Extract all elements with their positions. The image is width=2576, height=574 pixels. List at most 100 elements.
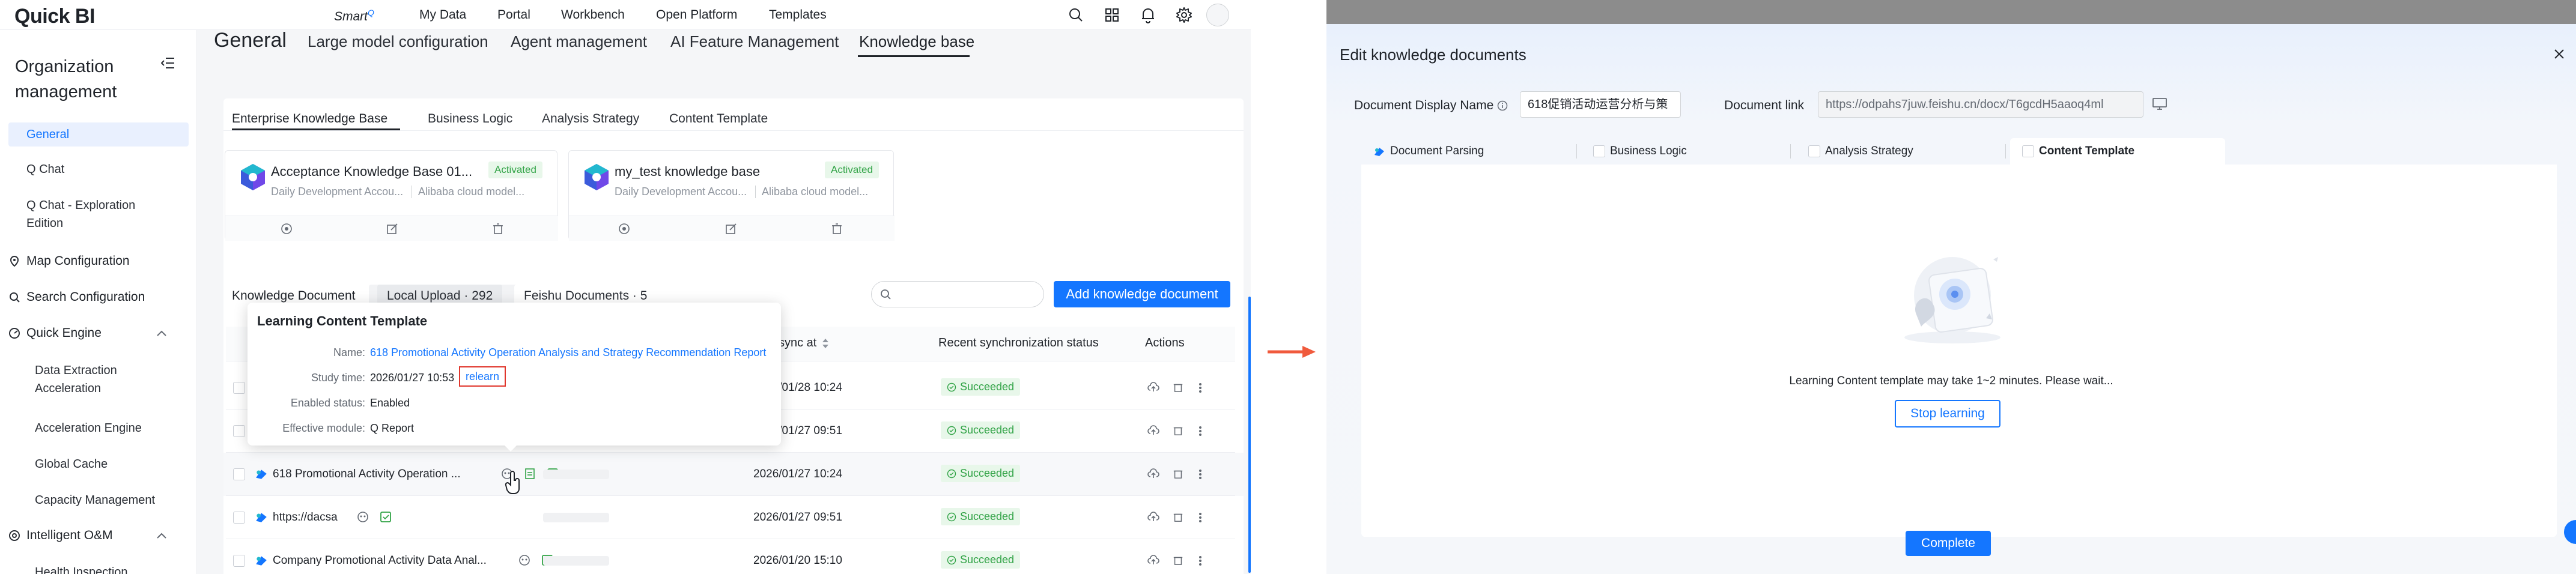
sidebar-item-capacity[interactable]: Capacity Management [35,491,191,509]
subtab-analysis-strategy[interactable]: Analysis Strategy [542,112,639,126]
learning-bot-icon[interactable] [356,510,369,524]
active-subtab-underline [232,128,400,130]
sync-cloud-icon[interactable] [1147,468,1159,479]
row-checkbox[interactable] [233,555,245,567]
content-template-checkbox[interactable] [2022,145,2034,157]
sidebar-item-intelligent-om[interactable]: Intelligent O&M [8,528,189,543]
sync-cloud-icon[interactable] [1147,425,1159,436]
nav-templates[interactable]: Templates [769,8,827,22]
gear-icon[interactable] [1176,7,1192,23]
delete-icon[interactable] [1173,555,1183,566]
sidebar-item-health-inspection[interactable]: Health Inspection [35,563,191,574]
subtab-business-logic[interactable]: Business Logic [428,112,512,126]
business-logic-checkbox[interactable] [1593,145,1605,157]
floating-assistant-button[interactable] [2564,520,2576,544]
close-icon[interactable] [2553,48,2565,60]
kb-card[interactable]: my_test knowledge base Activated Daily D… [568,150,895,241]
nav-workbench[interactable]: Workbench [561,8,625,22]
view-icon[interactable] [618,223,630,235]
more-icon[interactable] [1198,512,1203,524]
learning-bot-icon[interactable] [518,554,531,567]
apps-grid-icon[interactable] [1104,7,1120,23]
sidebar-item-q-chat[interactable]: Q Chat [26,160,183,178]
more-icon[interactable] [1198,425,1203,437]
edit-icon[interactable] [386,223,398,235]
status-badge: Activated [825,162,879,178]
nav-open-platform[interactable]: Open Platform [656,8,737,22]
relearn-link[interactable]: relearn [459,366,506,387]
om-icon [8,530,20,542]
row-checkbox[interactable] [233,468,245,480]
nav-smart-q[interactable]: SmartQ [334,8,374,24]
delete-icon[interactable] [1173,425,1183,436]
sidebar-item-data-extraction[interactable]: Data Extraction Acceleration [35,361,173,397]
tab-document-parsing[interactable]: Document Parsing [1361,138,1576,165]
stop-learning-button[interactable]: Stop learning [1895,400,2000,427]
sidebar-item-search-configuration[interactable]: Search Configuration [8,290,189,304]
sidebar-item-quick-engine[interactable]: Quick Engine [8,326,189,340]
search-input[interactable] [871,281,1044,307]
sync-cloud-icon[interactable] [1147,512,1159,522]
tab-analysis-strategy-label: Analysis Strategy [1825,145,1913,157]
tab-knowledge-base[interactable]: Knowledge base [859,32,974,51]
document-link-input[interactable]: https://odpahs7juw.feishu.cn/docx/T6gcdH… [1818,91,2143,118]
add-knowledge-document-button[interactable]: Add knowledge document [1054,281,1230,307]
sort-icon[interactable] [821,337,830,349]
sidebar-item-global-cache[interactable]: Global Cache [35,455,191,473]
logo: Quick BI [14,5,95,28]
status-text: Succeeded [960,424,1015,436]
delete-icon[interactable] [1173,468,1183,479]
nav-smart-sup: Q [368,8,374,17]
table-row[interactable] [226,496,1235,539]
delete-icon[interactable] [831,223,843,235]
subtab-enterprise-kb[interactable]: Enterprise Knowledge Base [232,112,387,126]
page-title[interactable]: General [214,29,287,52]
nav-portal[interactable]: Portal [497,8,530,22]
tab-large-model[interactable]: Large model configuration [308,32,488,51]
avatar[interactable] [1206,4,1229,26]
delete-icon[interactable] [492,223,504,235]
search-icon[interactable] [1068,7,1084,23]
kb-card[interactable]: Acceptance Knowledge Base 01... Activate… [225,150,558,241]
learning-status-icon[interactable] [379,510,392,524]
tab-content-template[interactable]: Content Template [2010,138,2225,165]
row-checkbox[interactable] [233,512,245,524]
more-icon[interactable] [1198,468,1203,480]
row-sync-time: 2026/01/27 10:24 [753,468,842,480]
doc-parse-icon[interactable] [523,467,536,480]
popover-effective-module: Q Report [370,422,415,434]
row-checkbox[interactable] [233,425,245,437]
tab-business-logic[interactable]: Business Logic [1581,138,1785,165]
sidebar-item-acceleration-engine[interactable]: Acceleration Engine [35,419,191,437]
sidebar-item-map-configuration[interactable]: Map Configuration [8,254,189,268]
collapse-sidebar-icon[interactable] [161,56,175,70]
more-icon[interactable] [1198,555,1203,567]
nav-my-data[interactable]: My Data [419,8,466,22]
popover-doc-name[interactable]: 618 Promotional Activity Operation Analy… [370,346,766,359]
kb-card-title: Acceptance Knowledge Base 01... [271,164,473,179]
view-icon[interactable] [281,223,293,235]
tab-ai-feature[interactable]: AI Feature Management [670,32,839,51]
sync-cloud-icon[interactable] [1147,382,1159,393]
complete-button[interactable]: Complete [1906,531,1991,556]
analysis-strategy-checkbox[interactable] [1808,145,1820,157]
delete-icon[interactable] [1173,512,1183,522]
scrollbar[interactable] [1248,297,1251,573]
edit-icon[interactable] [725,223,737,235]
bell-icon[interactable] [1140,7,1156,23]
tab-agent-management[interactable]: Agent management [511,32,647,51]
more-icon[interactable] [1198,382,1203,394]
subtab-content-template[interactable]: Content Template [669,112,768,126]
sidebar-item-general[interactable]: General [26,125,183,144]
sidebar-item-q-chat-exploration[interactable]: Q Chat - Exploration Edition [26,196,165,232]
display-name-input[interactable]: 618促销活动运营分析与策 [1520,91,1681,118]
sync-cloud-icon[interactable] [1147,555,1159,566]
row-doc-name[interactable]: https://dacsa [273,511,338,524]
row-doc-name[interactable]: 618 Promotional Activity Operation ... [273,468,461,481]
tab-analysis-strategy[interactable]: Analysis Strategy [1796,138,2000,165]
delete-icon[interactable] [1173,382,1183,393]
row-checkbox[interactable] [233,382,245,394]
monitor-icon[interactable] [2152,97,2167,110]
column-sync-at[interactable]: sync at [779,336,830,350]
row-doc-name[interactable]: Company Promotional Activity Data Anal..… [273,554,487,567]
